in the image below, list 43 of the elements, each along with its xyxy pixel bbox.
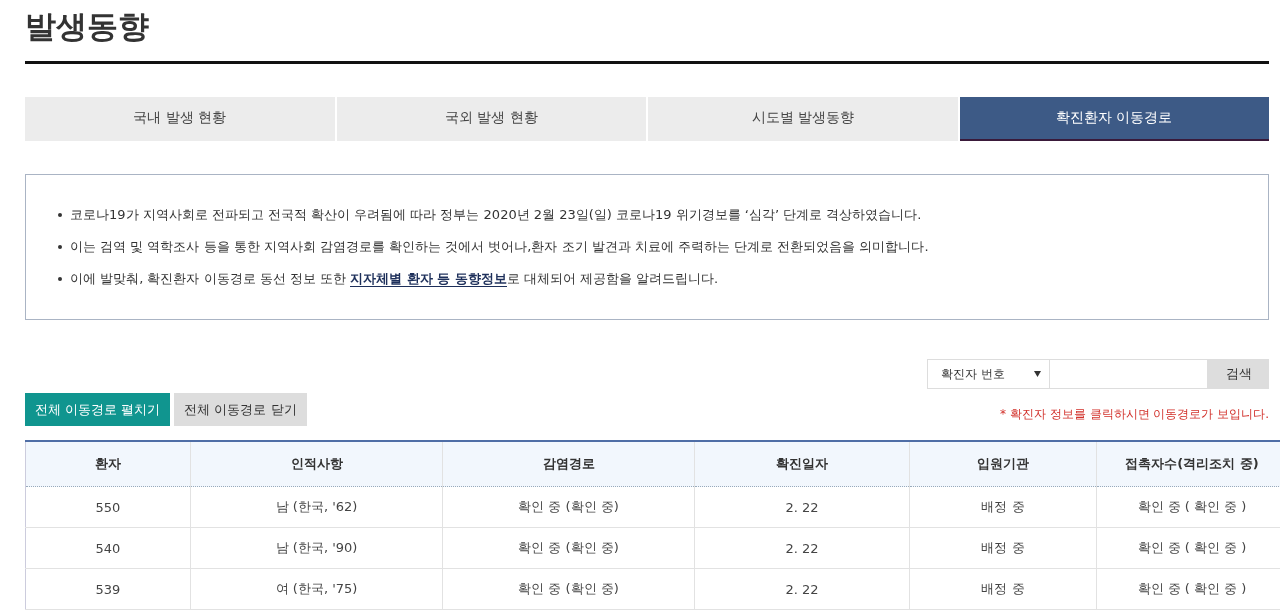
bullet-icon (58, 245, 62, 249)
notice-text: 코로나19가 지역사회로 전파되고 전국적 확산이 우려됨에 따라 정부는 2020년 2월 23일(일) 코로나19 위기경보를 ‘심각’ 단계로 격상하였습니다. (70, 206, 922, 224)
table-cell[interactable]: 550 (25, 486, 191, 528)
column-header: 인적사항 (190, 441, 443, 487)
column-header: 감염경로 (442, 441, 695, 487)
filter-dropdown[interactable]: 확진자 번호 (927, 359, 1050, 389)
table-cell[interactable]: 확인 중 (확인 중) (442, 568, 695, 610)
tab[interactable]: 시도별 발생동향 (648, 97, 958, 141)
table-cell[interactable]: 배정 중 (909, 568, 1097, 610)
tab[interactable]: 국내 발생 현황 (25, 97, 335, 141)
table-cell[interactable]: 2. 22 (694, 568, 910, 610)
notice-text: 이에 발맞춰, 확진환자 이동경로 동선 정보 또한 지자체별 환자 등 동향정보로 대체되어 제공함을 알려드립니다. (70, 270, 719, 289)
column-header: 환자 (25, 441, 191, 487)
column-header: 입원기관 (909, 441, 1097, 487)
search-button[interactable]: 검색 (1208, 359, 1269, 389)
table-cell[interactable]: 2. 22 (694, 527, 910, 569)
table-cell[interactable]: 확인 중 (확인 중) (442, 527, 695, 569)
tab[interactable]: 확진환자 이동경로 (959, 97, 1269, 141)
table-cell[interactable]: 확인 중 ( 확인 중 ) (1096, 527, 1280, 569)
notice-text: 이는 검역 및 역학조사 등을 통한 지역사회 감염경로를 확인하는 것에서 벗어나,환자 조기 발견과 치료에 주력하는 단계로 전환되었음을 의미합니다. (70, 238, 929, 256)
caret-icon (1034, 371, 1041, 377)
table-cell[interactable]: 배정 중 (909, 486, 1097, 528)
table-cell[interactable]: 여 (한국, '75) (190, 568, 443, 610)
table-cell[interactable]: 확인 중 (확인 중) (442, 486, 695, 528)
collapse-all-button[interactable]: 전체 이동경로 닫기 (174, 393, 307, 426)
table-cell[interactable]: 배정 중 (909, 527, 1097, 569)
bullet-icon (58, 277, 62, 281)
table-cell[interactable]: 540 (25, 527, 191, 569)
column-header: 확진일자 (694, 441, 910, 487)
table-cell[interactable]: 남 (한국, '62) (190, 486, 443, 528)
table-cell[interactable]: 남 (한국, '90) (190, 527, 443, 569)
table-cell[interactable]: 2. 22 (694, 486, 910, 528)
hint-text: * 확진자 정보를 클릭하시면 이동경로가 보입니다. (1000, 406, 1269, 423)
search-field[interactable] (1050, 359, 1208, 389)
table-cell[interactable]: 539 (25, 568, 191, 610)
link[interactable]: 지자체별 환자 등 동향정보 (350, 271, 507, 287)
table-cell[interactable]: 확인 중 ( 확인 중 ) (1096, 568, 1280, 610)
table-cell[interactable]: 확인 중 ( 확인 중 ) (1096, 486, 1280, 528)
tab[interactable]: 국외 발생 현황 (336, 97, 646, 141)
column-header: 접촉자수(격리조치 중) (1096, 441, 1280, 487)
expand-all-button[interactable]: 전체 이동경로 펼치기 (25, 393, 171, 426)
bullet-icon (58, 213, 62, 217)
page-title: 발생동향 (25, 7, 150, 46)
